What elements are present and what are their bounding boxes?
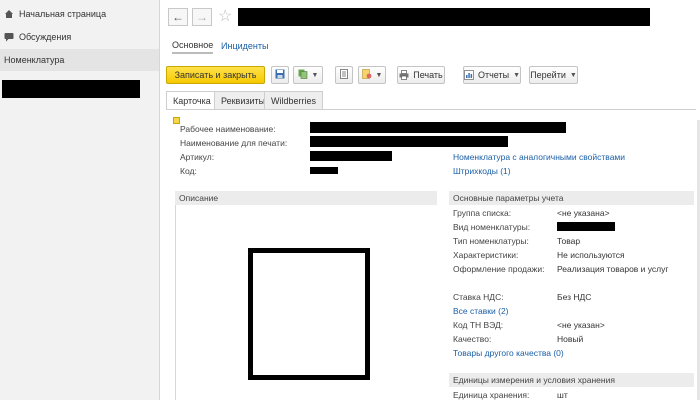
arrow-left-icon: ← <box>172 10 184 24</box>
floppy-icon <box>275 69 285 81</box>
characteristics-value: Не используются <box>557 250 625 260</box>
create-based-on-button[interactable]: ▼ <box>293 66 323 84</box>
report-icon <box>464 70 474 80</box>
save-and-close-button[interactable]: Записать и закрыть <box>166 66 265 84</box>
star-icon[interactable]: ☆ <box>218 6 232 26</box>
home-icon <box>4 9 14 19</box>
sidebar-item-discussions[interactable]: Обсуждения <box>0 26 159 48</box>
list-button[interactable] <box>335 66 353 84</box>
tab-divider <box>166 109 696 110</box>
redacted-image <box>248 248 370 380</box>
quality-label: Качество: <box>453 334 492 344</box>
tab-incidents[interactable]: Инциденты <box>221 38 268 54</box>
sidebar-item-home[interactable]: Начальная страница <box>0 3 159 25</box>
reports-label: Отчеты <box>477 70 510 80</box>
redacted-block <box>2 80 140 98</box>
characteristics-label: Характеристики: <box>453 250 519 260</box>
sidebar-item-label: Начальная страница <box>19 9 107 19</box>
tab-wildberries[interactable]: Wildberries <box>264 91 324 109</box>
all-rates-link[interactable]: Все ставки (2) <box>453 306 509 316</box>
tab-main[interactable]: Основное <box>172 38 214 54</box>
related-documents-button[interactable]: ▼ <box>358 66 386 84</box>
chevron-down-icon: ▼ <box>375 71 383 79</box>
code-field <box>310 167 338 174</box>
kind-label: Вид номенклатуры: <box>453 222 531 232</box>
back-button[interactable]: ← <box>168 8 188 26</box>
description-header: Описание <box>175 191 437 205</box>
other-quality-link[interactable]: Товары другого качества (0) <box>453 348 564 358</box>
group-list-label: Группа списка: <box>453 208 512 218</box>
print-label: Печать <box>413 70 443 80</box>
quality-value: Новый <box>557 334 584 344</box>
kind-value[interactable] <box>557 222 615 231</box>
goto-label: Перейти <box>530 70 566 80</box>
page-title <box>238 8 650 26</box>
code-label: Код: <box>180 166 197 176</box>
tn-ved-label: Код ТН ВЭД: <box>453 320 504 330</box>
analog-nomenclature-link[interactable]: Номенклатура с аналогичными свойствами <box>453 152 625 162</box>
unit-value[interactable]: шт <box>557 390 568 400</box>
chat-icon <box>4 32 14 42</box>
sidebar-item-label: Обсуждения <box>19 32 72 42</box>
chevron-down-icon: ▼ <box>311 71 319 79</box>
work-name-field[interactable] <box>310 122 566 133</box>
arrow-right-icon: → <box>196 10 208 24</box>
forward-button[interactable]: → <box>192 8 212 26</box>
vat-label: Ставка НДС: <box>453 292 504 302</box>
type-value: Товар <box>557 236 581 246</box>
unit-label: Единица хранения: <box>453 390 530 400</box>
group-list-value[interactable]: <не указана> <box>557 208 610 218</box>
work-name-label: Рабочее наименование: <box>180 124 276 134</box>
tn-ved-value[interactable]: <не указан> <box>557 320 605 330</box>
list-icon <box>340 69 348 81</box>
storage-header: Единицы измерения и условия хранения <box>449 373 694 387</box>
goto-button[interactable]: Перейти ▼ <box>529 66 578 84</box>
vat-value: Без НДС <box>557 292 592 302</box>
accounting-header: Основные параметры учета <box>449 191 694 205</box>
print-name-field[interactable] <box>310 136 508 147</box>
article-field[interactable] <box>310 151 392 161</box>
reports-button[interactable]: Отчеты ▼ <box>463 66 521 84</box>
chevron-down-icon: ▼ <box>513 71 521 79</box>
sale-registration-label: Оформление продажи: <box>453 264 545 274</box>
printer-icon <box>399 70 409 80</box>
type-label: Тип номенклатуры: <box>453 236 529 246</box>
save-button[interactable] <box>271 66 289 84</box>
sidebar: Начальная страница Обсуждения Номенклату… <box>0 0 160 400</box>
document-icon <box>361 69 372 81</box>
sidebar-item-nomenclature[interactable]: Номенклатура <box>0 49 159 71</box>
marker-icon <box>173 117 180 124</box>
sale-registration-value: Реализация товаров и услуг <box>557 264 669 274</box>
article-label: Артикул: <box>180 152 215 162</box>
chevron-down-icon: ▼ <box>569 71 577 79</box>
print-button[interactable]: Печать <box>397 66 445 84</box>
barcodes-link[interactable]: Штрихкоды (1) <box>453 166 511 176</box>
create-based-icon <box>298 69 308 81</box>
main-form: ← → ☆ Основное Инциденты Записать и закр… <box>160 0 700 400</box>
sidebar-item-label: Номенклатура <box>4 55 65 65</box>
print-name-label: Наименование для печати: <box>180 138 288 148</box>
tab-card[interactable]: Карточка <box>166 91 218 110</box>
